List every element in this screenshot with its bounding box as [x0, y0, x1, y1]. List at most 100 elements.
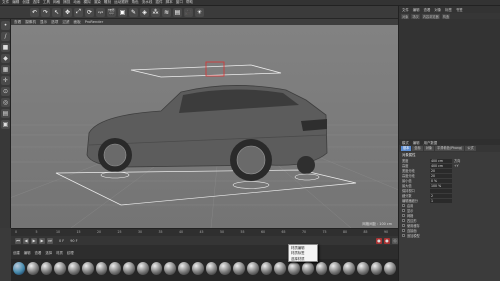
menu-item-17[interactable]: 帮助	[186, 0, 193, 5]
checkbox[interactable]	[402, 209, 405, 212]
menu-item-8[interactable]: 模拟	[84, 0, 91, 5]
end-frame[interactable]: 90 F	[70, 239, 77, 243]
material-swatch[interactable]	[343, 262, 355, 275]
property-extra[interactable]: 方向	[454, 158, 460, 163]
scene-icon[interactable]: ▤	[173, 7, 182, 17]
model-mode-icon[interactable]: ◆	[1, 54, 10, 63]
checkbox[interactable]	[402, 234, 405, 237]
points-mode-icon[interactable]: •	[1, 21, 10, 30]
property-value[interactable]: 400 cm	[430, 163, 452, 168]
menu-item-3[interactable]: 选择	[33, 0, 40, 5]
menu-item-13[interactable]: 流水线	[142, 0, 153, 5]
clone-icon[interactable]: ⁂	[151, 7, 160, 17]
3d-viewport[interactable]: 网格间距 : 100 cm	[11, 25, 398, 228]
property-extra[interactable]: +Y	[454, 164, 459, 168]
attributes-menu-item-2[interactable]: 用户数据	[424, 140, 438, 145]
snap-icon[interactable]: ⊙	[1, 87, 10, 96]
menu-item-14[interactable]: 插件	[155, 0, 162, 5]
play-icon[interactable]: ▶	[31, 237, 37, 244]
menu-item-10[interactable]: 雕刻	[104, 0, 111, 5]
material-swatch[interactable]	[54, 262, 66, 275]
menu-item-2[interactable]: 创建	[22, 0, 29, 5]
material-swatch[interactable]	[191, 262, 204, 275]
object-tab-1[interactable]: 场次	[411, 13, 420, 19]
viewport-menu-item-6[interactable]: ProRender	[85, 20, 104, 24]
edges-mode-icon[interactable]: /	[1, 32, 10, 41]
checkbox[interactable]	[402, 219, 405, 222]
viewport-menu-item-2[interactable]: 显示	[40, 20, 47, 25]
material-swatch[interactable]	[370, 262, 383, 275]
material-menu-item-5[interactable]: 纹理	[67, 250, 74, 255]
lock-icon[interactable]: ▣	[1, 120, 10, 129]
material-swatch[interactable]	[95, 262, 108, 275]
menu-item-0[interactable]: 文件	[2, 0, 9, 5]
object-menu-item-4[interactable]: 标签	[445, 7, 452, 12]
object-menu-item-5[interactable]: 书签	[456, 7, 463, 12]
viewport-menu-item-0[interactable]: 查看	[14, 20, 21, 25]
material-swatch[interactable]	[109, 262, 121, 275]
attributes-tab-0[interactable]: 基本	[401, 146, 412, 151]
material-swatch[interactable]	[123, 262, 135, 275]
property-value[interactable]: 1	[430, 198, 452, 203]
menu-item-4[interactable]: 工具	[43, 0, 50, 5]
record-key-icon[interactable]: ●	[376, 237, 382, 244]
material-swatch[interactable]	[260, 262, 273, 275]
material-menu-item-4[interactable]: 材质	[56, 250, 63, 255]
attributes-tab-1[interactable]: 坐标	[412, 146, 423, 151]
material-swatch[interactable]	[136, 262, 149, 275]
material-swatch[interactable]	[233, 262, 245, 275]
object-tab-3[interactable]: 构造	[441, 13, 451, 19]
property-value[interactable]: 400 cm	[430, 158, 452, 163]
material-swatch[interactable]	[219, 262, 231, 275]
material-menu-item-0[interactable]: 创建	[13, 250, 20, 255]
select-icon[interactable]: ↖	[52, 7, 61, 17]
object-menu-item-2[interactable]: 查看	[424, 7, 431, 12]
viewport-menu-item-1[interactable]: 摄像机	[25, 20, 36, 25]
timeline-ruler[interactable]: 0 5 10 15 20 25 30 35 40 45 50 55 60 65 70 75 80 85 90	[11, 228, 398, 236]
xyz-icon[interactable]: xyz	[96, 7, 105, 17]
material-swatch[interactable]	[178, 262, 190, 275]
property-value[interactable]: 20	[430, 173, 452, 178]
checkbox[interactable]	[402, 214, 405, 217]
material-swatch[interactable]	[68, 262, 80, 275]
material-menu-item-2[interactable]: 查看	[35, 250, 42, 255]
popup-item[interactable]: 选择材质	[291, 257, 315, 262]
go-to-end-icon[interactable]: ⏭	[47, 237, 53, 244]
menu-item-6[interactable]: 捕捉	[63, 0, 70, 5]
menu-item-1[interactable]: 编辑	[12, 0, 19, 5]
object-tab-2[interactable]: 内容浏览器	[421, 13, 440, 19]
start-frame[interactable]: 0 F	[59, 239, 64, 243]
material-swatch[interactable]	[329, 262, 341, 275]
material-swatch[interactable]	[246, 262, 259, 275]
material-swatch[interactable]	[205, 262, 218, 275]
object-menu-item-1[interactable]: 编辑	[413, 7, 420, 12]
menu-item-9[interactable]: 渲染	[94, 0, 101, 5]
subdivide-icon[interactable]: ◈	[140, 7, 149, 17]
object-tab-0[interactable]: 对象	[401, 13, 410, 19]
material-swatch[interactable]	[40, 262, 53, 275]
viewport-menu-item-4[interactable]: 过滤	[62, 20, 69, 25]
material-swatch[interactable]	[384, 262, 396, 275]
menu-item-16[interactable]: 窗口	[176, 0, 183, 5]
menu-item-11[interactable]: 运动跟踪	[114, 0, 128, 5]
property-value[interactable]: 2	[430, 193, 452, 198]
object-list[interactable]	[399, 19, 500, 139]
material-swatch[interactable]	[274, 262, 286, 275]
material-swatch[interactable]	[26, 262, 39, 275]
material-swatch[interactable]	[164, 262, 176, 275]
material-swatch[interactable]	[356, 262, 369, 275]
next-frame-icon[interactable]: ▶	[39, 237, 45, 244]
pen-icon[interactable]: ✎	[129, 7, 138, 17]
property-value[interactable]	[430, 188, 452, 193]
render-icon[interactable]: 🎬	[107, 7, 116, 17]
camera-icon[interactable]: 🎥	[184, 7, 193, 17]
go-to-start-icon[interactable]: ⏮	[15, 237, 21, 244]
menu-item-15[interactable]: 脚本	[166, 0, 173, 5]
material-swatch[interactable]	[301, 262, 314, 275]
viewport-menu-item-3[interactable]: 选项	[51, 20, 58, 25]
redo-icon[interactable]: ↷	[41, 7, 50, 17]
auto-key-icon[interactable]: ●	[384, 237, 390, 244]
light-icon[interactable]: ☀	[195, 7, 204, 17]
deform-icon[interactable]: ≋	[162, 7, 171, 17]
property-value[interactable]: 100 %	[430, 183, 452, 188]
